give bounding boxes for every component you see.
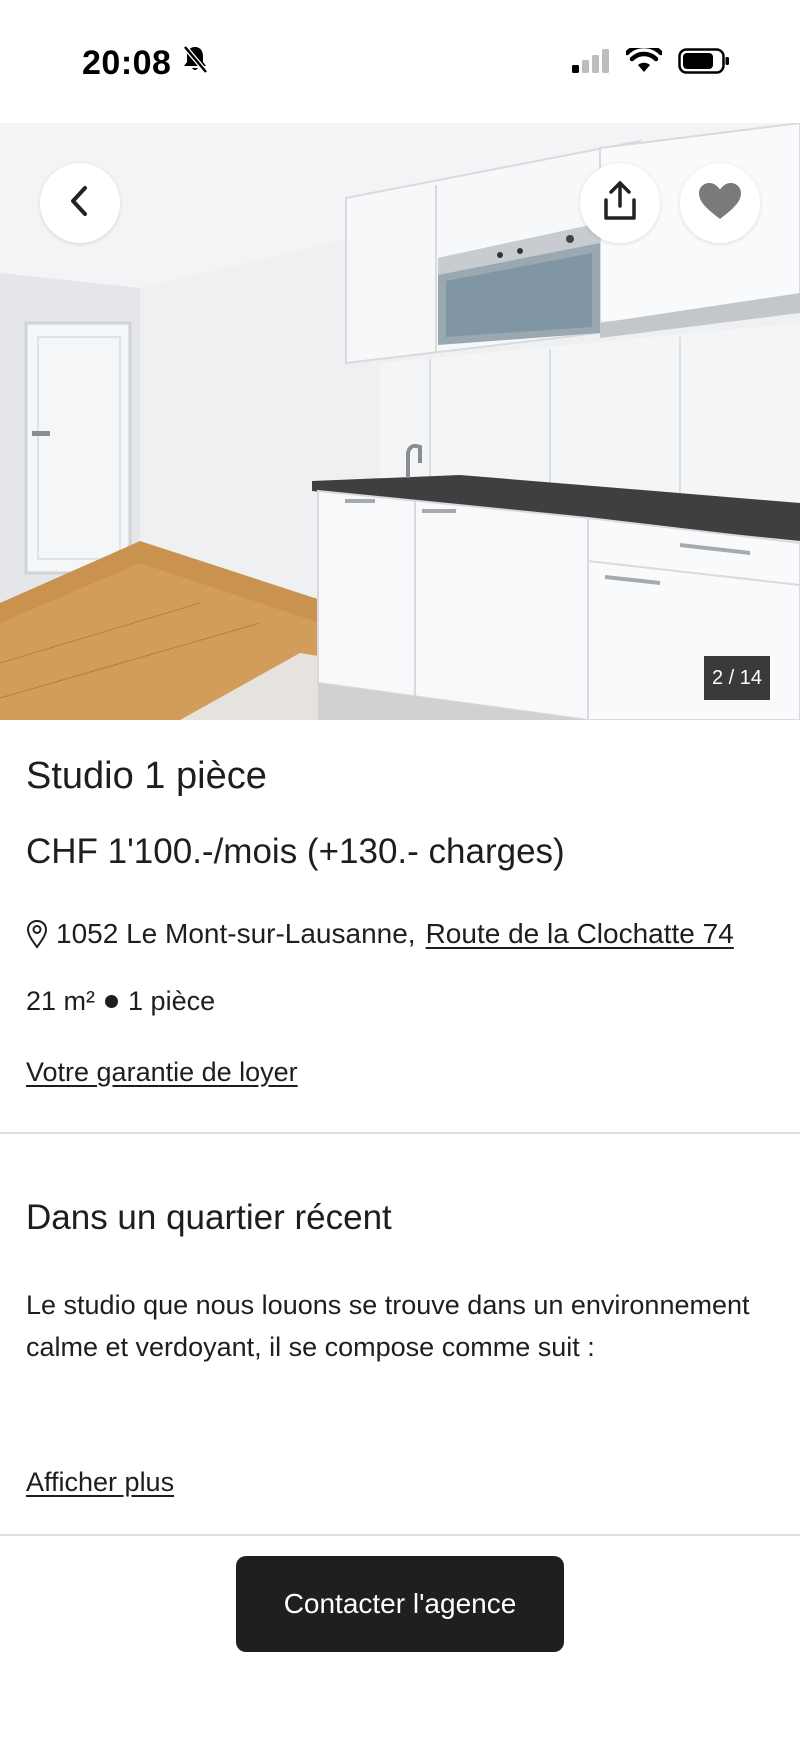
address-city: 1052 Le Mont-sur-Lausanne,: [56, 918, 416, 949]
bullet-separator: [105, 995, 119, 1008]
divider: [0, 1132, 800, 1134]
location-pin-icon: [26, 919, 48, 949]
rooms: 1 pièce: [128, 986, 216, 1016]
rent-guarantee-link[interactable]: Votre garantie de loyer: [26, 1057, 298, 1088]
surface: 21 m²: [26, 986, 96, 1016]
chevron-left-icon: [65, 184, 95, 223]
listing-photo: [0, 123, 800, 720]
divider: [0, 1534, 800, 1536]
status-icons: [572, 43, 730, 79]
description-heading: Dans un quartier récent: [26, 1198, 392, 1237]
photo-gallery[interactable]: 2 / 14: [0, 123, 800, 720]
address-street-link[interactable]: Route de la Clochatte 74: [426, 918, 734, 950]
share-button[interactable]: [580, 163, 660, 243]
status-bar: 20:08: [0, 0, 800, 123]
heart-icon: [697, 181, 743, 226]
share-icon: [600, 180, 640, 227]
favorite-button[interactable]: [680, 163, 760, 243]
description-text: Le studio que nous louons se trouve dans…: [26, 1290, 750, 1362]
cellular-signal-icon: [572, 49, 610, 78]
address-row: 1052 Le Mont-sur-Lausanne, Route de la C…: [26, 918, 734, 950]
listing-price: CHF 1'100.-/mois (+130.- charges): [26, 832, 565, 871]
listing-specs: 21 m² 1 pièce: [26, 986, 215, 1017]
contact-agency-button[interactable]: Contacter l'agence: [236, 1556, 564, 1652]
bell-slash-icon: [181, 44, 209, 83]
battery-icon: [678, 48, 730, 79]
status-time: 20:08: [82, 44, 172, 82]
wifi-icon: [624, 43, 664, 79]
status-time-container: 20:08: [82, 44, 209, 83]
back-button[interactable]: [40, 163, 120, 243]
show-more-link[interactable]: Afficher plus: [26, 1467, 174, 1498]
photo-counter: 2 / 14: [704, 656, 770, 700]
listing-title: Studio 1 pièce: [26, 755, 267, 797]
